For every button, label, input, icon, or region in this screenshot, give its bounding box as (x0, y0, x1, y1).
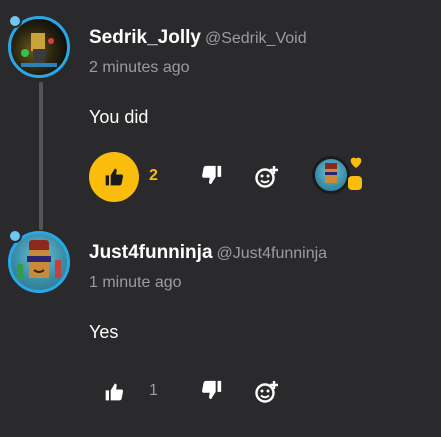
comment-actions: 2 (89, 150, 429, 202)
add-reaction-icon (255, 166, 278, 188)
liker-avatar-group[interactable] (312, 156, 368, 196)
thread-line (39, 82, 43, 230)
like-button[interactable] (89, 152, 139, 202)
verified-badge-icon (8, 14, 22, 28)
add-reaction-icon (255, 381, 278, 403)
thumbs-down-icon (202, 165, 222, 185)
dislike-button[interactable] (201, 164, 225, 188)
timestamp: 1 minute ago (89, 274, 182, 291)
heart-icon (350, 157, 362, 168)
username[interactable]: Sedrik_Jolly @Sedrik_Void (89, 27, 307, 49)
username-text[interactable]: Just4funninja (89, 242, 213, 263)
comment-text: You did (89, 107, 149, 127)
liker-avatar[interactable] (312, 156, 350, 194)
like-count: 1 (149, 382, 158, 399)
thumbs-up-icon (105, 168, 124, 186)
dislike-button[interactable] (201, 379, 225, 403)
username[interactable]: Just4funninja @Just4funninja (89, 242, 327, 264)
thumbs-up-icon (105, 383, 124, 401)
comment-actions: 1 (89, 365, 429, 417)
add-reaction-button[interactable] (254, 379, 280, 405)
verified-badge-icon (8, 229, 22, 243)
like-count: 2 (149, 167, 158, 184)
thumbs-down-icon (202, 380, 222, 400)
reaction-badge-icon (348, 176, 362, 190)
add-reaction-button[interactable] (254, 164, 280, 190)
user-handle[interactable]: @Just4funninja (217, 245, 328, 262)
username-text[interactable]: Sedrik_Jolly (89, 27, 201, 48)
comment-text: Yes (89, 322, 119, 342)
like-button[interactable] (89, 367, 139, 417)
timestamp: 2 minutes ago (89, 59, 190, 76)
user-handle[interactable]: @Sedrik_Void (205, 30, 307, 47)
